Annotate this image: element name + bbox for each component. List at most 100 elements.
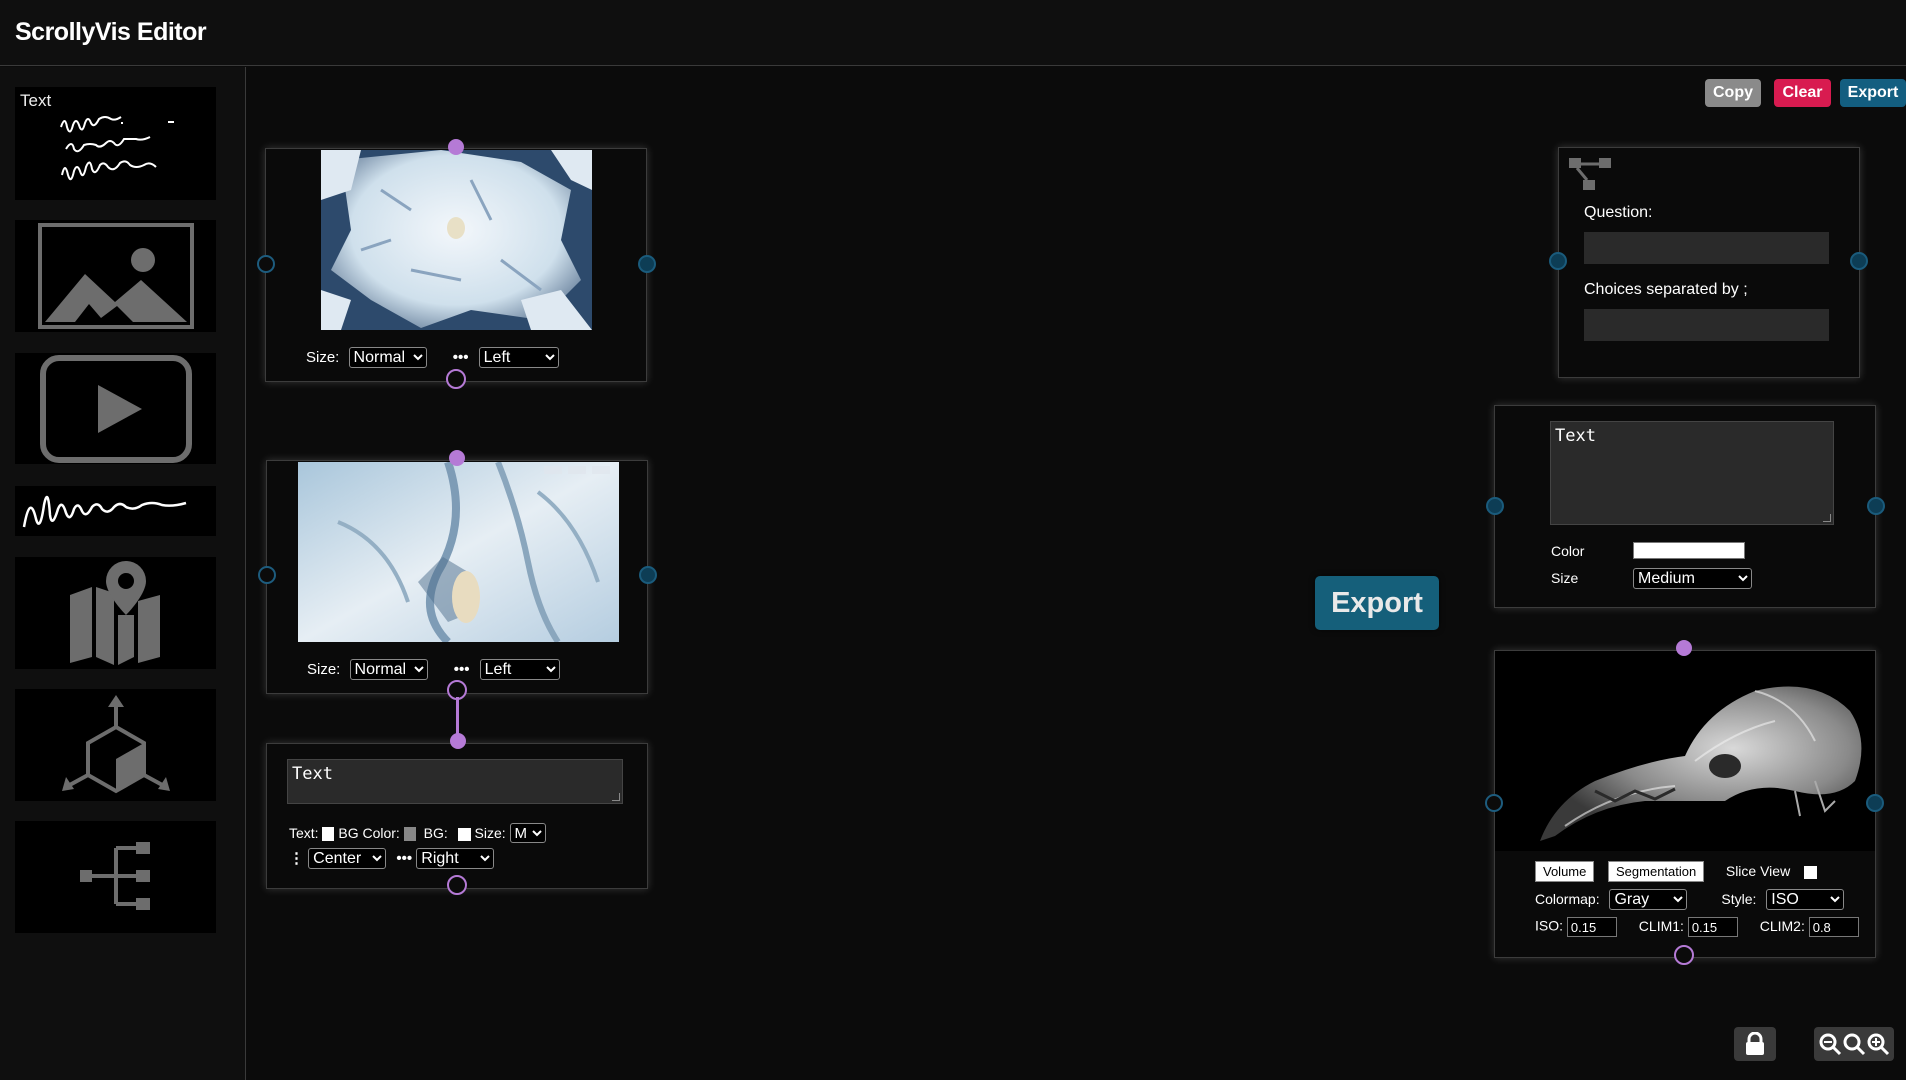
resize-grip-icon[interactable] xyxy=(1823,514,1831,522)
size-label: Size: xyxy=(306,349,340,366)
choices-label: Choices separated by ; xyxy=(1584,281,1748,298)
align-select[interactable]: Left xyxy=(479,659,560,680)
text-node-left-top-handle[interactable] xyxy=(450,733,466,749)
node-2-top-handle[interactable] xyxy=(449,450,465,466)
image-1-size-control: Size: Normal ••• Left xyxy=(306,347,559,368)
size-label: Size xyxy=(1551,570,1579,586)
text-input[interactable]: Text xyxy=(1550,421,1834,525)
text-input[interactable]: Text xyxy=(287,759,623,804)
handwriting-text-icon xyxy=(59,115,174,180)
image-icon xyxy=(37,223,194,329)
tree-structure-icon xyxy=(79,842,150,910)
question-input[interactable] xyxy=(1584,232,1829,264)
node-2-left-handle[interactable] xyxy=(258,566,276,584)
clear-button[interactable]: Clear xyxy=(1774,79,1831,107)
horizontal-align-select[interactable]: Right xyxy=(416,848,495,869)
connection-edge[interactable] xyxy=(456,697,459,735)
tool-tree[interactable] xyxy=(15,821,216,933)
style-select[interactable]: ISO xyxy=(1766,889,1845,910)
tool-video[interactable] xyxy=(15,353,216,464)
quiz-right-handle[interactable] xyxy=(1850,252,1868,270)
horizontal-dots-icon: ••• xyxy=(453,661,470,678)
text-color-swatch[interactable] xyxy=(322,827,335,842)
quiz-tree-icon xyxy=(1569,158,1611,190)
text-node-right-right-handle[interactable] xyxy=(1867,497,1885,515)
skull-volume-render[interactable] xyxy=(1495,651,1875,851)
horizontal-dots-icon: ••• xyxy=(396,850,413,867)
text-node-left-bottom-handle[interactable] xyxy=(447,875,467,895)
vertical-align-select[interactable]: Center xyxy=(308,848,387,869)
polar-bear-snow-image xyxy=(298,462,619,642)
text-node-right-left-handle[interactable] xyxy=(1486,497,1504,515)
clim1-input[interactable]: 0.15 xyxy=(1687,917,1738,937)
node-1-bottom-handle[interactable] xyxy=(446,369,466,389)
node-1-left-handle[interactable] xyxy=(257,255,275,273)
tool-image[interactable] xyxy=(15,220,216,332)
volume-bottom-handle[interactable] xyxy=(1674,945,1694,965)
clim1-label: CLIM1: xyxy=(1638,917,1684,934)
clim2-input[interactable]: 0.8 xyxy=(1808,917,1859,937)
volume-node[interactable]: Volume Segmentation Slice View Colormap:… xyxy=(1494,650,1876,958)
volume-right-handle[interactable] xyxy=(1866,794,1884,812)
volume-top-handle[interactable] xyxy=(1676,640,1692,656)
size-select[interactable]: Medium xyxy=(1633,568,1752,589)
iso-input[interactable]: 0.15 xyxy=(1566,917,1617,937)
clim2-label: CLIM2: xyxy=(1759,917,1805,934)
tool-text[interactable]: Text xyxy=(15,87,216,200)
tool-text-label: Text xyxy=(20,91,52,110)
quiz-left-handle[interactable] xyxy=(1549,252,1567,270)
bg-checkbox[interactable] xyxy=(457,827,471,841)
export-button[interactable]: Export xyxy=(1840,79,1906,107)
zoom-controls[interactable] xyxy=(1814,1027,1894,1061)
color-picker[interactable] xyxy=(1633,542,1745,559)
iso-label: ISO: xyxy=(1535,917,1564,934)
lock-button[interactable] xyxy=(1734,1027,1776,1061)
tool-signature[interactable] xyxy=(15,486,216,536)
copy-button[interactable]: Copy xyxy=(1705,79,1761,107)
choices-input[interactable] xyxy=(1584,309,1829,341)
volume-button[interactable]: Volume xyxy=(1535,861,1595,882)
zoom-reset-icon[interactable] xyxy=(1842,1032,1866,1056)
export-canvas-button[interactable]: Export xyxy=(1315,576,1439,630)
colormap-select[interactable]: Gray xyxy=(1609,889,1688,910)
app-header: ScrollyVis Editor xyxy=(0,0,1906,66)
size-select[interactable]: Normal xyxy=(348,347,427,368)
slice-view-label: Slice View xyxy=(1725,863,1791,879)
text-color-label: Text: xyxy=(289,825,319,841)
node-1-right-handle[interactable] xyxy=(638,255,656,273)
align-select[interactable]: Left xyxy=(478,347,559,368)
zoom-out-icon[interactable] xyxy=(1818,1032,1842,1056)
size-select[interactable]: Normal xyxy=(349,659,428,680)
node-2-right-handle[interactable] xyxy=(639,566,657,584)
node-1-top-handle[interactable] xyxy=(448,139,464,155)
text-node-left[interactable]: Text Text: BG Color: BG: Size: M ⋮ Cente… xyxy=(266,743,648,889)
bg-color-swatch[interactable] xyxy=(403,827,416,842)
colormap-row: Colormap: Gray Style: ISO xyxy=(1535,889,1845,910)
colormap-label: Colormap: xyxy=(1535,891,1600,907)
volume-left-handle[interactable] xyxy=(1485,794,1503,812)
resize-grip-icon[interactable] xyxy=(612,793,620,801)
size-label: Size: xyxy=(474,825,506,841)
image-node-1[interactable]: Size: Normal ••• Left xyxy=(265,148,647,382)
size-label: Size: xyxy=(307,661,341,678)
image-2-size-control: Size: Normal ••• Left xyxy=(307,659,560,680)
map-pin-icon xyxy=(69,561,160,665)
size-select[interactable]: M xyxy=(509,823,546,843)
image-node-2[interactable]: Size: Normal ••• Left xyxy=(266,460,648,694)
slice-view-checkbox[interactable] xyxy=(1803,866,1817,880)
3d-cube-icon xyxy=(61,695,170,794)
bg-color-label: BG Color: xyxy=(338,825,400,841)
segmentation-button[interactable]: Segmentation xyxy=(1608,861,1705,882)
horizontal-dots-icon: ••• xyxy=(452,349,469,366)
polar-bear-ice-image xyxy=(321,150,592,330)
color-label: Color xyxy=(1551,543,1585,559)
quiz-node[interactable]: Question: Choices separated by ; xyxy=(1558,147,1860,378)
view-mode-row: Volume Segmentation Slice View xyxy=(1535,861,1817,882)
text-content: Text xyxy=(1555,426,1596,446)
tool-3d-volume[interactable] xyxy=(15,689,216,801)
question-label: Question: xyxy=(1584,204,1653,221)
zoom-in-icon[interactable] xyxy=(1866,1032,1890,1056)
tool-map[interactable] xyxy=(15,557,216,669)
text-align-controls: ⋮ Center ••• Right xyxy=(289,848,495,869)
text-node-right[interactable]: Text Color Size Medium xyxy=(1494,405,1876,608)
